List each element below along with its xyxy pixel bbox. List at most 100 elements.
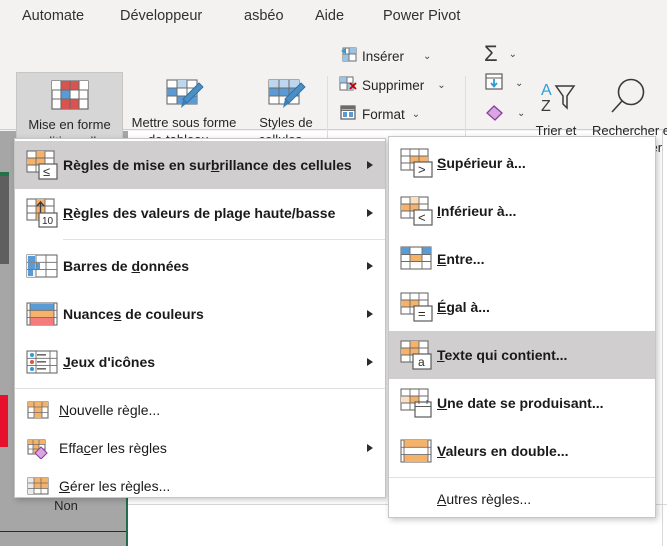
conditional-formatting-icon: [47, 77, 93, 115]
worksheet-selection-tick: [0, 172, 9, 176]
menu-item-label: Une date se produisant...: [437, 395, 604, 411]
cell-styles-icon: [263, 77, 309, 113]
menu-item-label: Texte qui contient...: [437, 347, 568, 363]
menu-item-label: Gérer les règles...: [59, 478, 171, 494]
menu-item-less-than[interactable]: < Inférieur à...: [389, 187, 655, 235]
menu-item-icon-sets[interactable]: Jeux d'icônes: [15, 338, 385, 386]
menu-item-manage-rules[interactable]: Gérer les règles...: [15, 467, 385, 505]
cell-styles-label-line1: Styles de: [259, 115, 313, 130]
menu-item-label: Barres de données: [63, 258, 190, 274]
menu-item-greater-than[interactable]: > Supérieur à...: [389, 139, 655, 187]
insert-cells-label: Insérer: [362, 48, 405, 64]
svg-text:A: A: [541, 82, 552, 99]
menu-item-label: Jeux d'icônes: [63, 354, 156, 370]
menu-item-label: Inférieur à...: [437, 203, 517, 219]
menu-item-duplicate-values[interactable]: Valeurs en double...: [389, 427, 655, 475]
cells-text-icon: a: [399, 338, 437, 372]
search-icon: [604, 76, 652, 121]
chevron-down-icon[interactable]: ⌄: [412, 109, 420, 120]
ribbon-group-separator: [327, 76, 328, 142]
tab-asbeo[interactable]: asbéo: [240, 6, 288, 26]
worksheet-red-marker: [0, 395, 8, 447]
chevron-down-icon[interactable]: ⌄: [509, 49, 517, 60]
worksheet-grid-line: [662, 130, 663, 546]
ribbon: Automate Développeur asbéo Aide Power Pi…: [0, 0, 667, 160]
autosum-button[interactable]: Σ ⌄: [484, 41, 517, 66]
top10-icon: 10: [25, 196, 63, 230]
color-scales-icon: [25, 297, 63, 331]
icon-sets-icon: [25, 345, 63, 379]
delete-cells-button[interactable]: Supprimer ⌄: [338, 75, 446, 95]
menu-item-between[interactable]: Entre...: [389, 235, 655, 283]
menu-item-label: Supérieur à...: [437, 155, 526, 171]
delete-cells-label: Supprimer: [362, 77, 425, 93]
worksheet-selection-border: [126, 498, 128, 546]
menu-item-clear-rules[interactable]: Effacer les règles: [15, 429, 385, 467]
cells-between-icon: [399, 242, 437, 276]
worksheet-scroll-marker[interactable]: [0, 176, 9, 264]
chevron-right-icon: [367, 262, 373, 270]
tab-developpeur[interactable]: Développeur: [116, 6, 206, 26]
format-as-table-icon: [161, 77, 207, 113]
cells-lt-icon: <: [399, 194, 437, 228]
chevron-down-icon[interactable]: ⌄: [437, 80, 445, 91]
svg-text:≤: ≤: [43, 164, 50, 179]
ribbon-content: Mise en forme conditionnelle ⌄: [0, 34, 667, 160]
cells-gt-icon: >: [399, 146, 437, 180]
conditional-formatting-label-line1: Mise en forme: [28, 117, 111, 132]
menu-item-label: Valeurs en double...: [437, 443, 569, 459]
menu-item-label: Égal à...: [437, 299, 490, 315]
sort-filter-icon: A Z: [529, 78, 583, 121]
cells-date-icon: [399, 386, 437, 420]
chevron-right-icon: [367, 161, 373, 169]
menu-item-label: Nuances de couleurs: [63, 306, 204, 322]
ribbon-tab-strip: Automate Développeur asbéo Aide Power Pi…: [0, 0, 667, 34]
menu-item-label: Effacer les règles: [59, 440, 167, 456]
sigma-icon: Σ: [484, 41, 498, 66]
fill-button[interactable]: ⌄: [484, 72, 523, 94]
menu-item-top-bottom-rules[interactable]: 10 Règles des valeurs de plage haute/bas…: [15, 189, 385, 237]
menu-separator: [63, 239, 385, 240]
menu-separator: [389, 477, 655, 478]
menu-item-label: Nouvelle règle...: [59, 402, 161, 418]
data-bars-icon: [25, 249, 63, 283]
menu-item-data-bars[interactable]: Barres de données: [15, 242, 385, 290]
chevron-right-icon: [367, 444, 373, 452]
menu-item-a-date-occurring[interactable]: Une date se produisant...: [389, 379, 655, 427]
chevron-down-icon[interactable]: ⌄: [423, 51, 431, 62]
delete-cells-icon: [338, 75, 357, 95]
menu-item-more-rules[interactable]: Autres règles...: [389, 480, 655, 518]
format-cells-icon: [338, 104, 357, 124]
eraser-icon: [484, 102, 506, 124]
menu-item-label: Règles des valeurs de plage haute/basse: [63, 205, 336, 221]
svg-text:<: <: [418, 210, 426, 225]
format-as-table-label-line1: Mettre sous forme: [131, 115, 237, 130]
manage-rules-icon: [25, 473, 59, 499]
insert-cells-button[interactable]: Insérer ⌄: [338, 46, 431, 66]
chevron-right-icon: [367, 358, 373, 366]
conditional-formatting-menu: ≤ Règles de mise en surbrillance des cel…: [14, 138, 386, 498]
format-cells-button[interactable]: Format ⌄: [338, 104, 420, 124]
ribbon-group-separator: [465, 76, 466, 142]
clear-rules-icon: [25, 435, 59, 461]
tab-automate[interactable]: Automate: [18, 6, 88, 26]
menu-item-highlight-cells-rules[interactable]: ≤ Règles de mise en surbrillance des cel…: [15, 141, 385, 189]
svg-text:Z: Z: [541, 98, 551, 115]
svg-text:=: =: [418, 306, 426, 321]
highlight-cells-rules-submenu: > Supérieur à... < Inférieur à... Entre.…: [388, 136, 656, 518]
menu-item-color-scales[interactable]: Nuances de couleurs: [15, 290, 385, 338]
insert-cells-icon: [338, 46, 357, 66]
svg-text:>: >: [418, 162, 426, 177]
tab-power-pivot[interactable]: Power Pivot: [379, 6, 464, 26]
svg-text:10: 10: [42, 216, 54, 227]
menu-item-equal-to[interactable]: = Égal à...: [389, 283, 655, 331]
cells-lte-icon: ≤: [25, 148, 63, 182]
menu-item-label: Autres règles...: [437, 491, 532, 507]
tab-aide[interactable]: Aide: [311, 6, 348, 26]
menu-item-new-rule[interactable]: Nouvelle règle...: [15, 391, 385, 429]
menu-separator: [15, 388, 385, 389]
cells-eq-icon: =: [399, 290, 437, 324]
menu-item-text-that-contains[interactable]: a Texte qui contient...: [389, 331, 655, 379]
menu-item-label: Entre...: [437, 251, 485, 267]
new-rule-icon: [25, 397, 59, 423]
